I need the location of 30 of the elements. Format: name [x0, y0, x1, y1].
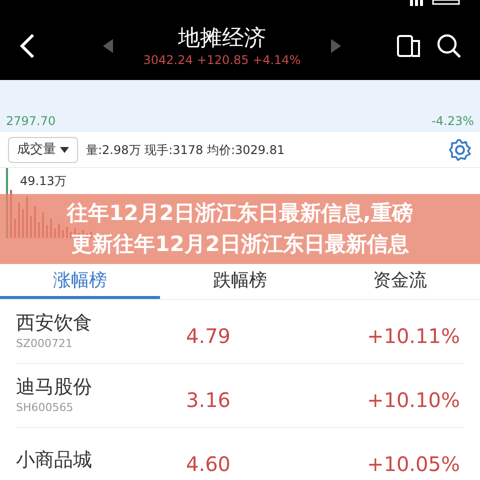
low-percent: -4.23% [432, 113, 474, 130]
banner-title: 往年12月2日浙江东日最新信息,重磅更新往年12月2日浙江东日最新信息 [66, 200, 414, 258]
phone-switch-icon[interactable] [396, 33, 422, 59]
volume-stats: 量:2.98万 现手:3178 均价:3029.81 [86, 142, 286, 158]
stock-code: SH600565 [16, 400, 74, 416]
chevron-icon [18, 32, 36, 60]
stock-name: 小商品城 [16, 448, 93, 472]
header-title: 地摊经济 [178, 25, 266, 53]
search-icon[interactable] [436, 33, 462, 59]
volume-max-label-text: 49.13万 [20, 173, 66, 190]
low-price: 2797.70 [6, 113, 56, 130]
previous-arrow-icon[interactable] [103, 39, 114, 53]
stock-price: 4.60 [186, 450, 232, 478]
stock-price: 3.16 [186, 386, 232, 414]
index-quote: 3042.24 +120.85 +4.14% [143, 53, 301, 67]
volume-dropdown[interactable]: 成交量 [8, 136, 78, 162]
stock-change: +10.10% [366, 386, 461, 414]
stock-name: 迪马股份 [16, 375, 93, 400]
list-tab[interactable]: 资金流 [320, 265, 480, 299]
stock-change: +10.05% [366, 450, 461, 478]
next-arrow-icon[interactable] [330, 39, 341, 53]
stock-price: 4.79 [186, 322, 232, 350]
list-tab[interactable]: 跌幅榜 [160, 265, 320, 299]
caret-icon [60, 146, 69, 152]
settings-icon[interactable] [448, 138, 472, 162]
stock-name: 西安饮食 [16, 311, 93, 336]
signal-icon [410, 0, 424, 6]
stock-change: +10.11% [366, 322, 461, 350]
stock-code: SZ000721 [16, 336, 74, 352]
battery-icon [432, 0, 460, 5]
